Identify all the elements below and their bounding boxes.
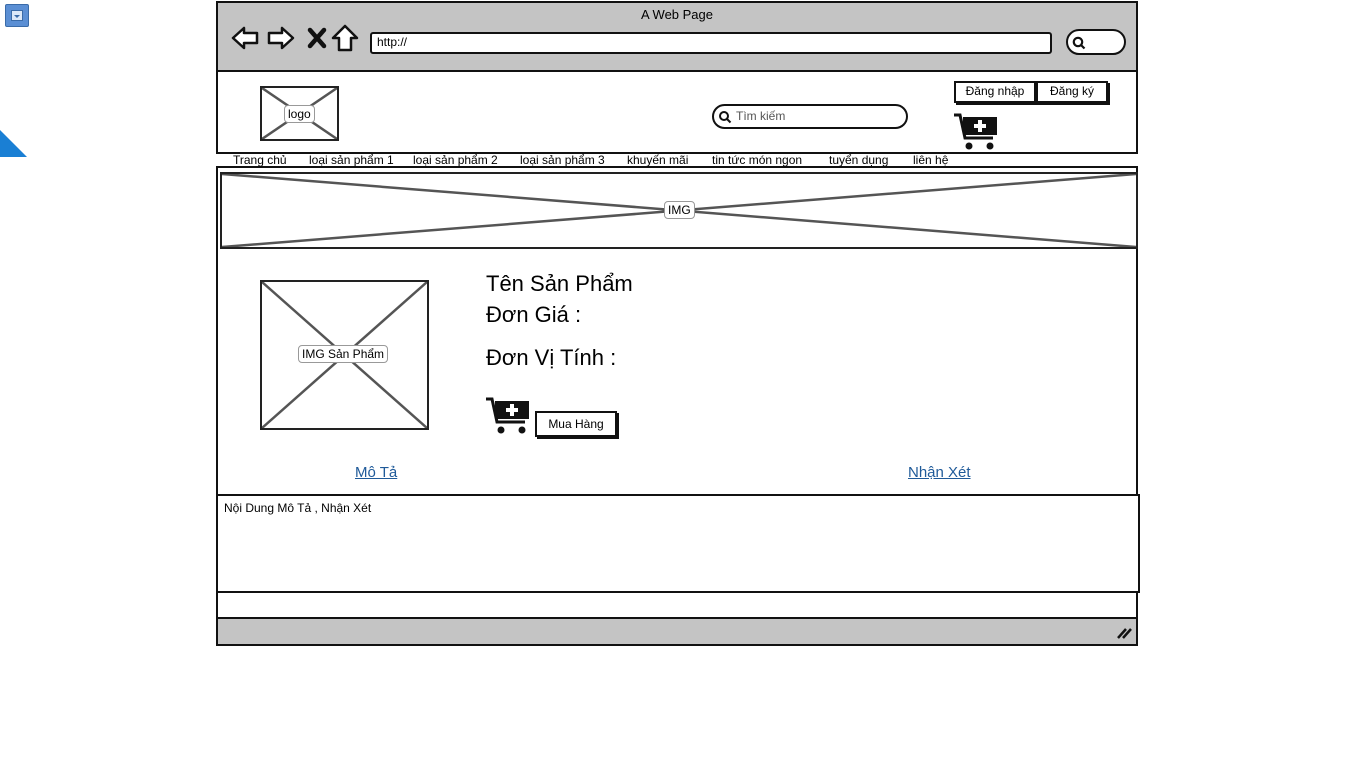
product-image-label: IMG Sản Phẩm [298, 345, 389, 363]
tab-content-text: Nội Dung Mô Tả , Nhận Xét [224, 501, 372, 515]
menu-item-category-2[interactable]: loại sản phẩm 2 [413, 153, 498, 167]
menu-item-category-3[interactable]: loại sản phẩm 3 [520, 153, 605, 167]
menu-item-contact[interactable]: liên hệ [913, 153, 948, 167]
stop-icon[interactable] [302, 23, 332, 53]
tab-content-panel: Nội Dung Mô Tả , Nhận Xét [216, 494, 1140, 593]
add-to-cart-icon[interactable] [485, 395, 531, 435]
product-image: IMG Sản Phẩm [260, 280, 429, 430]
browser-search-field[interactable] [1066, 29, 1126, 55]
window-title: A Web Page [640, 7, 714, 22]
menu-item-home[interactable]: Trang chủ [233, 153, 287, 167]
menu-item-food-news[interactable]: tin tức món ngon [712, 153, 802, 167]
menu-item-category-1[interactable]: loại sản phẩm 1 [309, 153, 394, 167]
menu-item-promotions[interactable]: khuyến mãi [627, 153, 688, 167]
tab-reviews[interactable]: Nhận Xét [908, 464, 971, 481]
menu-item-recruitment[interactable]: tuyển dụng [829, 153, 888, 167]
window-menu-button[interactable] [5, 4, 29, 27]
buy-button[interactable]: Mua Hàng [535, 411, 617, 437]
logo-label: logo [284, 105, 315, 123]
product-name: Tên Sản Phẩm [486, 271, 633, 296]
search-input[interactable]: Tìm kiếm [712, 104, 908, 129]
login-button[interactable]: Đăng nhập [954, 81, 1036, 103]
address-bar[interactable]: http:// [370, 32, 1052, 54]
search-icon [719, 111, 732, 124]
corner-marker-icon [0, 130, 27, 157]
browser-toolbar: A Web Page http:// [218, 3, 1136, 72]
search-icon [1072, 36, 1086, 50]
forward-icon[interactable] [266, 23, 296, 53]
back-icon[interactable] [230, 23, 260, 53]
main-menu: Trang chủ loại sản phẩm 1 loại sản phẩm … [216, 152, 1138, 168]
tab-description[interactable]: Mô Tả [355, 464, 397, 481]
banner-image: IMG [220, 172, 1138, 249]
home-icon[interactable] [330, 23, 360, 53]
status-bar [218, 619, 1136, 644]
logo[interactable]: logo [260, 86, 339, 141]
product-price: Đơn Giá : [486, 302, 582, 327]
register-button[interactable]: Đăng ký [1036, 81, 1108, 103]
cart-icon[interactable] [953, 111, 999, 151]
product-unit: Đơn Vị Tính : [486, 345, 617, 370]
banner-label: IMG [664, 201, 695, 219]
search-placeholder: Tìm kiếm [736, 109, 786, 123]
resize-grip-icon[interactable] [1116, 625, 1132, 639]
